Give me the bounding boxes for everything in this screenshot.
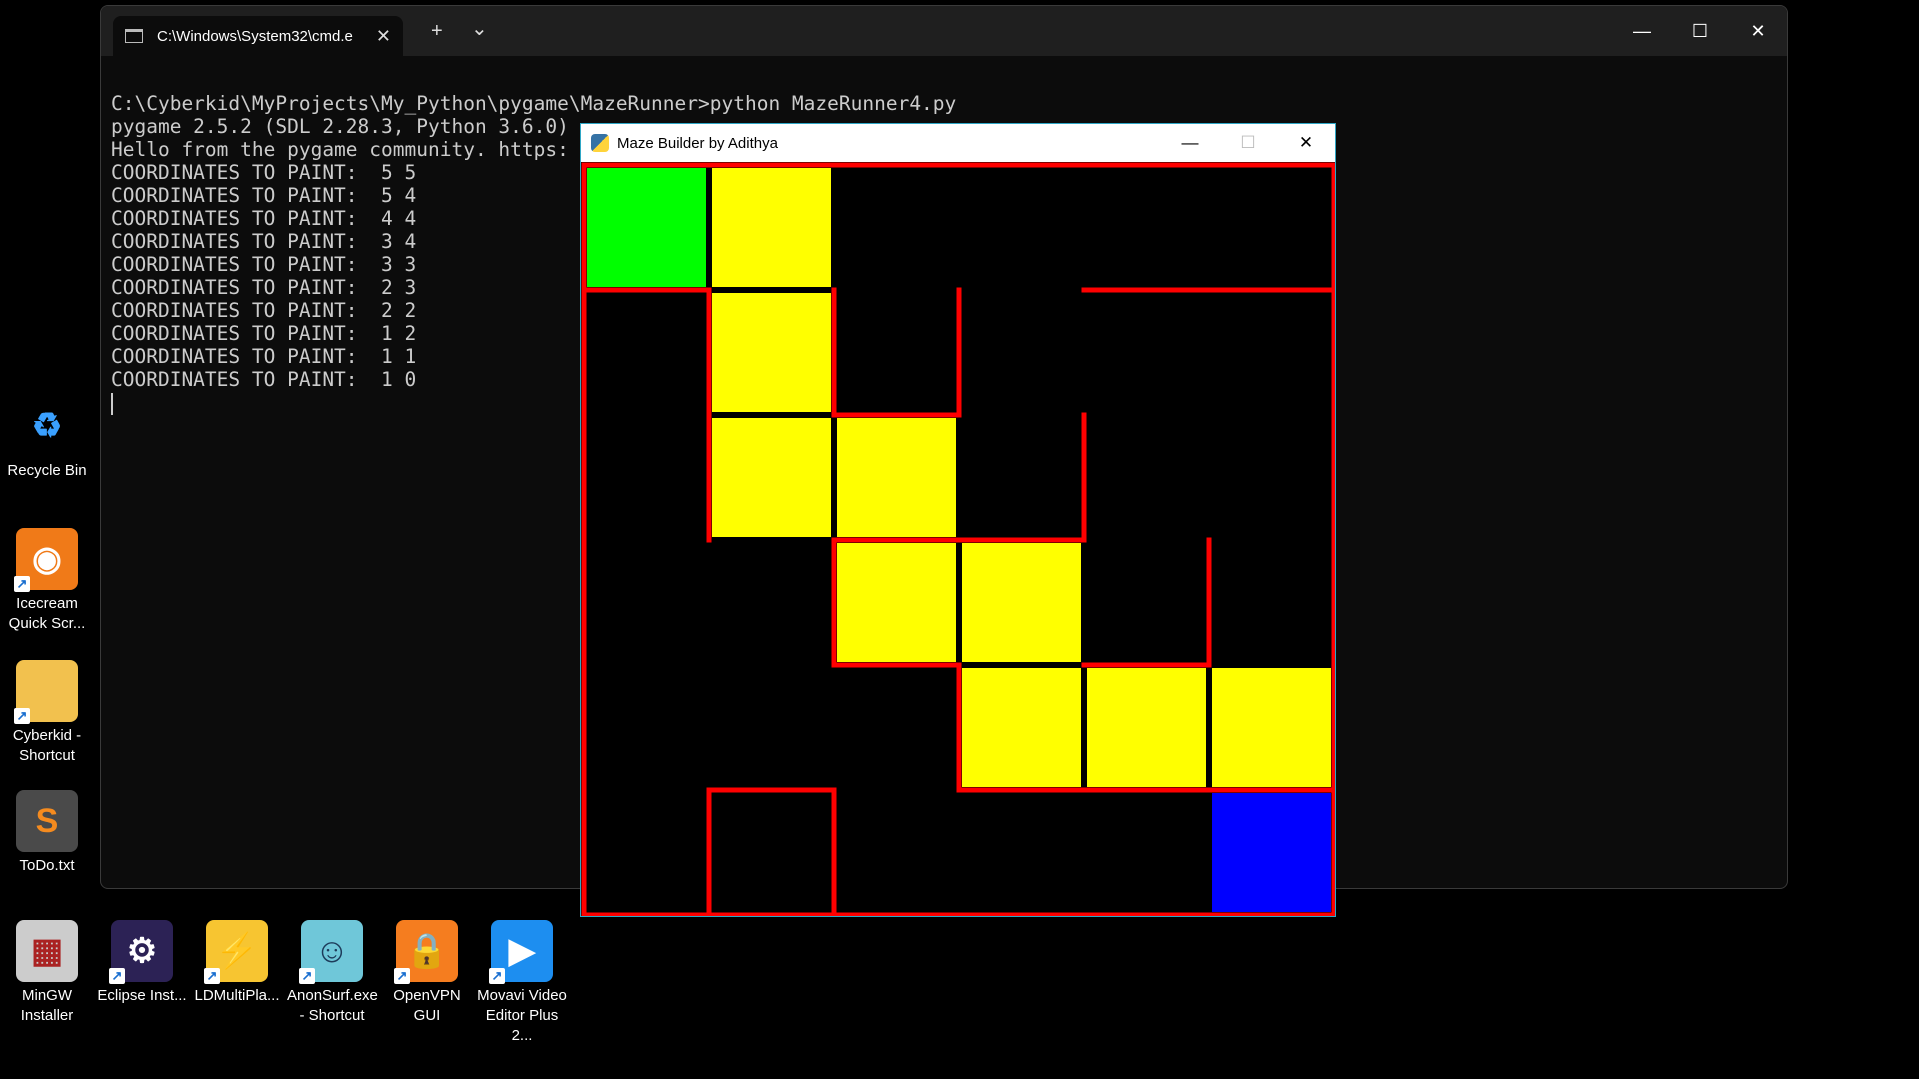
maze-titlebar[interactable]: Maze Builder by Adithya — ☐ ✕	[581, 124, 1335, 162]
terminal-titlebar[interactable]: C:\Windows\System32\cmd.e ✕ + ⌄ — ☐ ✕	[101, 6, 1787, 56]
tab-dropdown-button[interactable]: ⌄	[471, 16, 488, 41]
maze-window[interactable]: Maze Builder by Adithya — ☐ ✕	[580, 123, 1336, 917]
shortcut-arrow-icon: ↗	[394, 968, 410, 984]
desktop-icon-label: Recycle Bin	[7, 462, 87, 479]
eclipse-installer-icon: ⚙ ↗	[109, 920, 173, 984]
new-tab-button[interactable]: +	[431, 20, 443, 43]
maze-path-cell	[962, 668, 1081, 787]
movavi-icon: ▶ ↗	[489, 920, 553, 984]
desktop-icon-ldmultiplayer[interactable]: ⚡ ↗ LDMultiPla...	[192, 920, 282, 1006]
terminal-close-button[interactable]: ✕	[1729, 6, 1787, 56]
terminal-tab[interactable]: C:\Windows\System32\cmd.e ✕	[113, 16, 403, 56]
maze-maximize-button[interactable]: ☐	[1219, 124, 1277, 162]
maze-end-cell	[1212, 793, 1331, 912]
desktop-icon-icecream-quick[interactable]: ◉ ↗ Icecream Quick Scr...	[2, 528, 92, 634]
anonsurf-icon: ☺ ↗	[299, 920, 363, 984]
terminal-line: C:\Cyberkid\MyProjects\My_Python\pygame\…	[111, 92, 957, 115]
openvpn-gui-icon: 🔒 ↗	[394, 920, 458, 984]
icecream-quick-icon: ◉ ↗	[14, 528, 78, 592]
text-cursor	[111, 392, 113, 415]
terminal-minimize-button[interactable]: —	[1613, 6, 1671, 56]
cmd-icon	[125, 29, 143, 43]
maze-path-cell	[837, 543, 956, 662]
desktop-icon-label: OpenVPN GUI	[393, 987, 461, 1024]
desktop-icon-cyberkid-shortcut[interactable]: ↗ Cyberkid - Shortcut	[2, 660, 92, 766]
maze-path-cell	[712, 293, 831, 412]
desktop-icon-label: ToDo.txt	[19, 857, 75, 874]
maze-minimize-button[interactable]: —	[1161, 124, 1219, 162]
todo-txt-icon: S	[16, 790, 78, 852]
shortcut-arrow-icon: ↗	[14, 708, 30, 724]
desktop-icon-label: Eclipse Inst...	[97, 987, 187, 1004]
shortcut-arrow-icon: ↗	[109, 968, 125, 984]
terminal-tab-title: C:\Windows\System32\cmd.e	[157, 27, 353, 45]
desktop-icon-label: AnonSurf.exe - Shortcut	[287, 987, 378, 1024]
shortcut-arrow-icon: ↗	[299, 968, 315, 984]
desktop-icon-anonsurf[interactable]: ☺ ↗ AnonSurf.exe - Shortcut	[287, 920, 378, 1026]
mingw-installer-icon: ▦	[16, 920, 78, 982]
shortcut-arrow-icon: ↗	[489, 968, 505, 984]
maze-path-cell	[1087, 668, 1206, 787]
recycle-bin-icon: ♻	[31, 407, 63, 445]
desktop-icon-mingw-installer[interactable]: ▦ MinGW Installer	[2, 920, 92, 1026]
desktop-icon-todo-txt[interactable]: S ToDo.txt	[2, 790, 92, 876]
maze-path-cell	[712, 418, 831, 537]
desktop-icon-eclipse-installer[interactable]: ⚙ ↗ Eclipse Inst...	[97, 920, 187, 1006]
desktop-icon-openvpn-gui[interactable]: 🔒 ↗ OpenVPN GUI	[382, 920, 472, 1026]
python-icon	[591, 134, 609, 152]
shortcut-arrow-icon: ↗	[204, 968, 220, 984]
desktop-icon-label: MinGW Installer	[20, 987, 74, 1024]
maze-close-button[interactable]: ✕	[1277, 124, 1335, 162]
maze-path-cell	[1212, 668, 1331, 787]
shortcut-arrow-icon: ↗	[14, 576, 30, 592]
maze-start-cell	[587, 168, 706, 287]
desktop-icon-movavi[interactable]: ▶ ↗ Movavi Video Editor Plus 2...	[477, 920, 567, 1046]
maze-path-cell	[962, 543, 1081, 662]
tab-close-icon[interactable]: ✕	[376, 26, 391, 47]
desktop-icon-label: Movavi Video Editor Plus 2...	[477, 987, 567, 1044]
desktop-icon-label: Icecream Quick Scr...	[8, 595, 86, 632]
maze-path-cell	[712, 168, 831, 287]
desktop-icon-label: Cyberkid - Shortcut	[12, 727, 82, 764]
cyberkid-shortcut-icon: ↗	[14, 660, 78, 724]
terminal-maximize-button[interactable]: ☐	[1671, 6, 1729, 56]
maze-window-title: Maze Builder by Adithya	[617, 134, 778, 152]
desktop-icon-label: LDMultiPla...	[194, 987, 280, 1004]
desktop-icon-recycle-bin[interactable]: ♻ Recycle Bin	[2, 395, 92, 481]
maze-path-cell	[837, 418, 956, 537]
maze-canvas	[581, 162, 1335, 916]
ldmultiplayer-icon: ⚡ ↗	[204, 920, 268, 984]
